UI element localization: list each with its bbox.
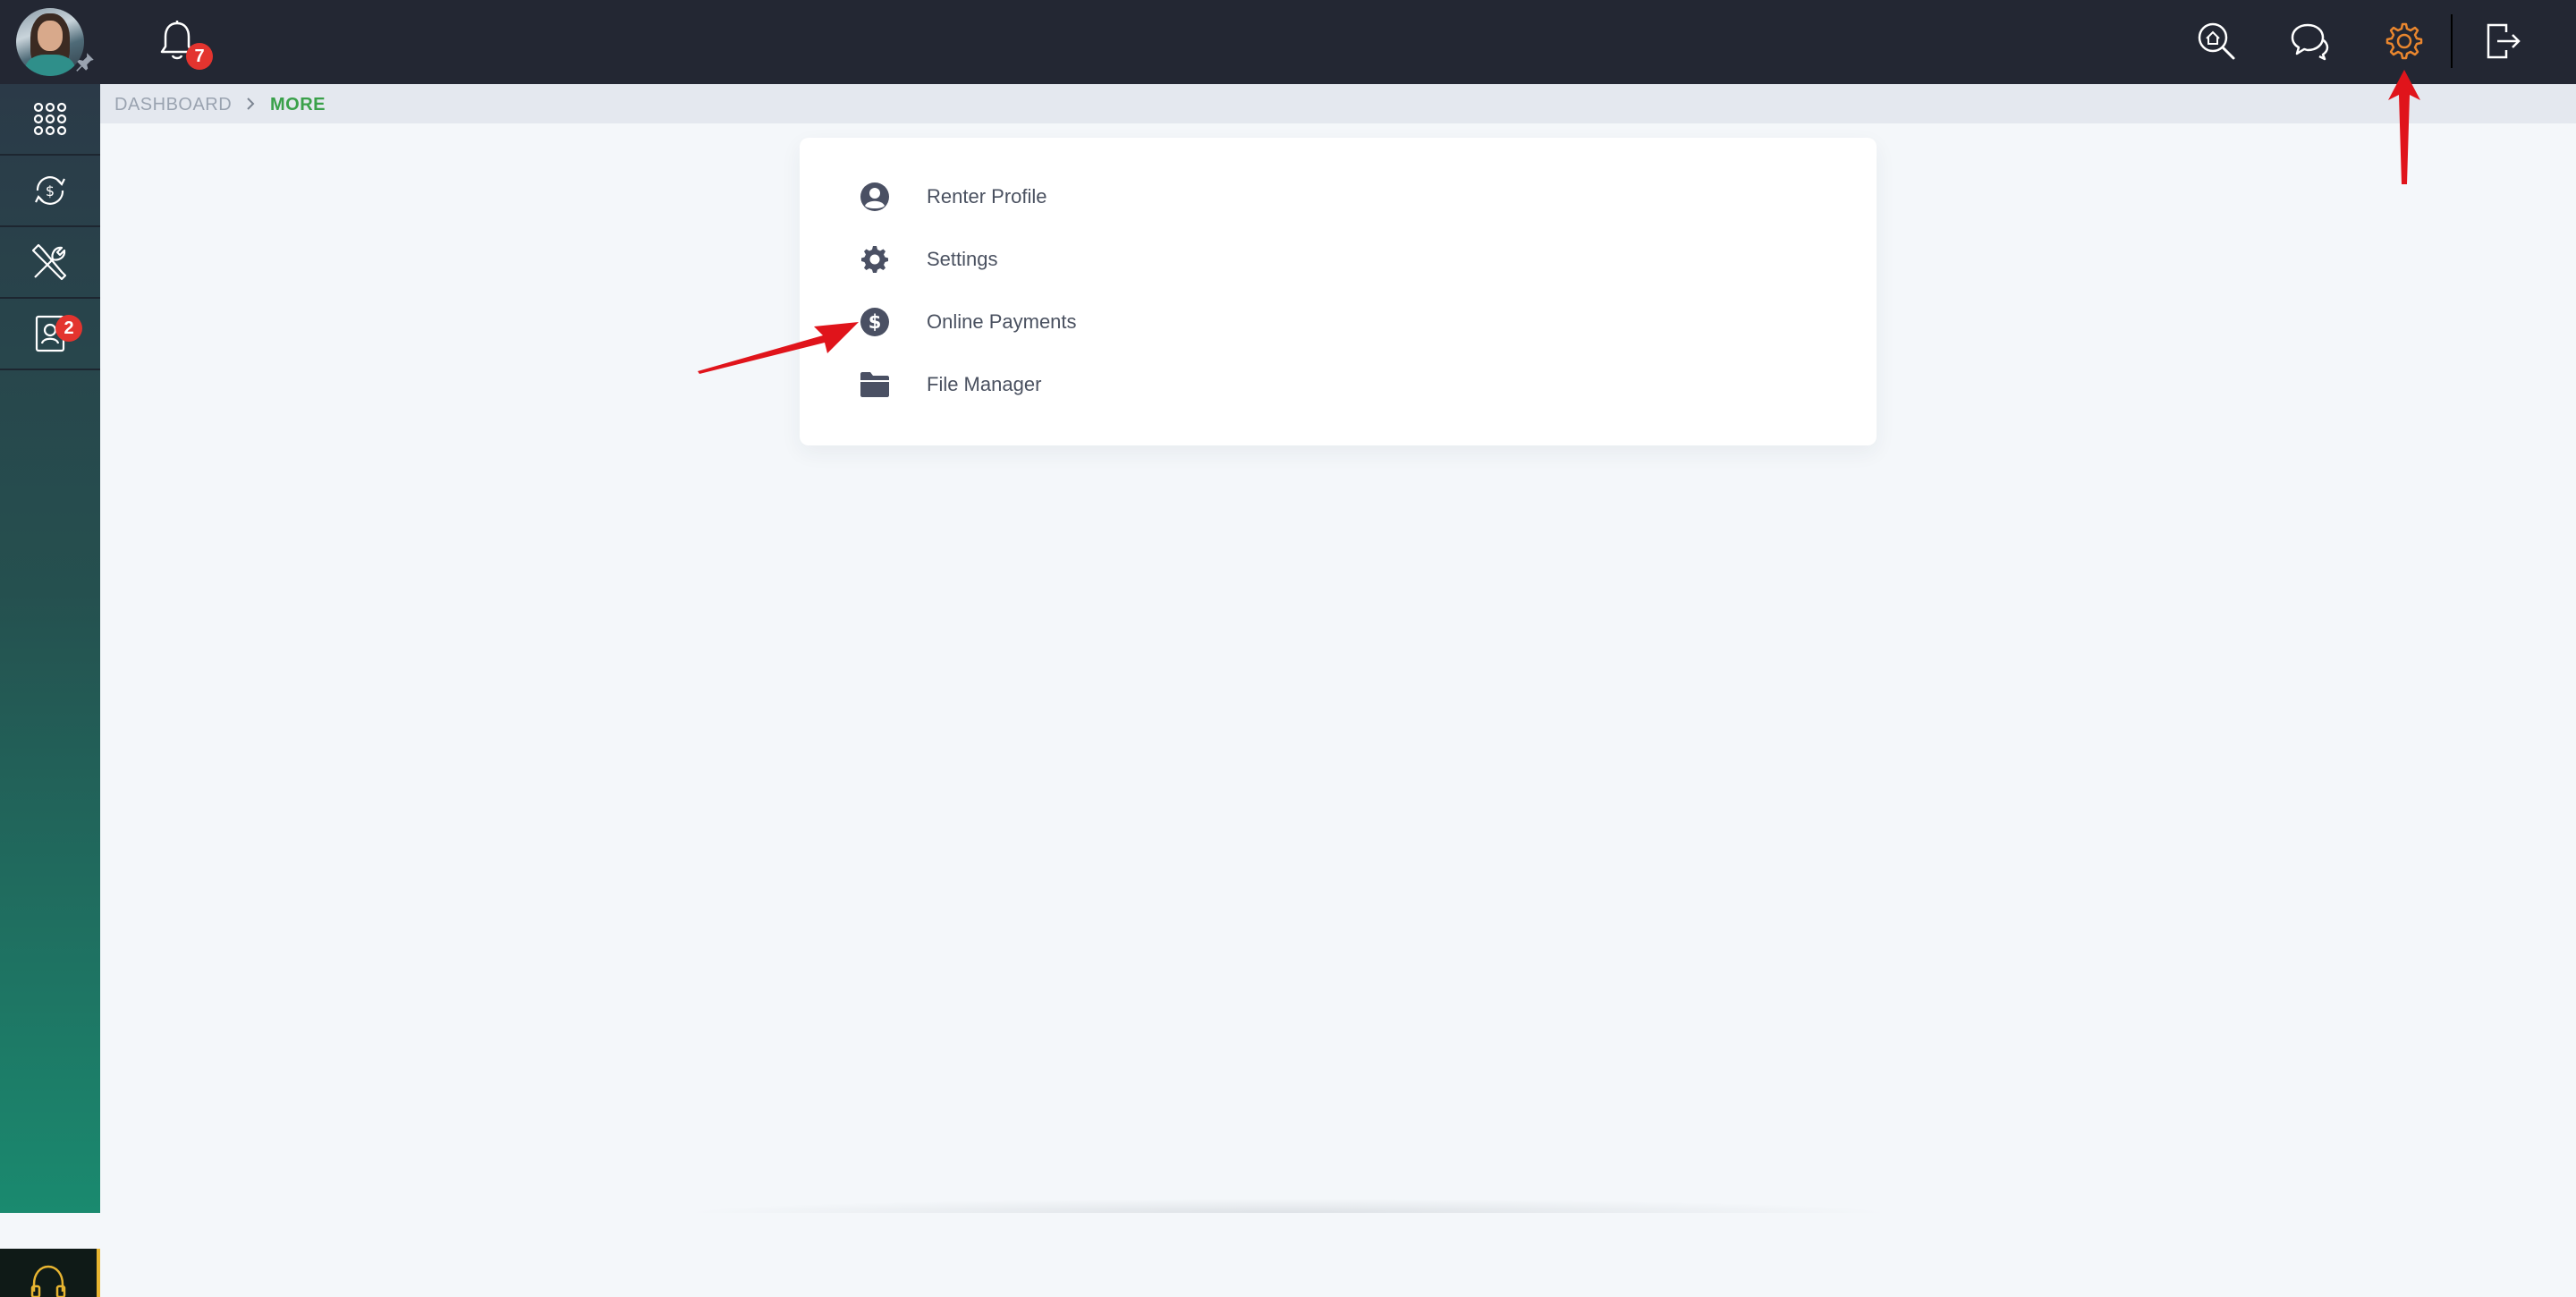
- topbar-divider: [2451, 14, 2453, 68]
- contacts-badge: 2: [55, 315, 82, 342]
- breadcrumb: DASHBOARD MORE: [100, 84, 2576, 123]
- support-button[interactable]: [0, 1249, 100, 1297]
- gear-icon: [859, 243, 891, 276]
- menu-item-label: Settings: [927, 248, 998, 270]
- chevron-right-icon: [247, 97, 255, 110]
- footer-shadow: [680, 1199, 1896, 1213]
- breadcrumb-more: MORE: [270, 95, 326, 114]
- gear-icon[interactable]: [2381, 20, 2424, 63]
- annotation-arrow-icon: [2388, 70, 2420, 184]
- sidebar-item-apps[interactable]: [0, 84, 100, 156]
- menu-item-file-manager[interactable]: File Manager: [859, 362, 1395, 407]
- svg-text:$: $: [46, 182, 55, 199]
- tools-icon: [31, 243, 67, 281]
- svg-text:$: $: [869, 311, 882, 333]
- annotation-arrow-icon: [698, 322, 859, 374]
- menu-item-label: Online Payments: [927, 310, 1077, 333]
- sidebar-item-maintenance[interactable]: [0, 227, 100, 299]
- sidebar: $ 2: [0, 84, 100, 1297]
- menu-item-online-payments[interactable]: $ Online Payments: [859, 300, 1395, 344]
- home-search-icon[interactable]: [2195, 20, 2238, 63]
- menu-item-renter-profile[interactable]: Renter Profile: [859, 174, 1395, 219]
- breadcrumb-dashboard[interactable]: DASHBOARD: [114, 95, 232, 115]
- payments-cycle-icon: $: [35, 176, 65, 205]
- grid-icon: [33, 102, 67, 136]
- sidebar-item-contacts[interactable]: [0, 299, 100, 370]
- menu-item-settings[interactable]: Settings: [859, 237, 1395, 282]
- sidebar-item-payments[interactable]: $: [0, 156, 100, 227]
- pin-icon[interactable]: [73, 50, 97, 73]
- logout-icon[interactable]: [2481, 20, 2524, 63]
- more-menu-card: Renter Profile Settings $ Online Payment…: [800, 138, 1877, 445]
- menu-item-label: Renter Profile: [927, 185, 1047, 208]
- top-bar: 7: [0, 0, 2576, 84]
- chat-icon[interactable]: [2288, 20, 2331, 63]
- user-circle-icon: [859, 181, 891, 213]
- menu-item-label: File Manager: [927, 373, 1042, 395]
- headset-icon: [30, 1265, 66, 1297]
- notification-badge: 7: [186, 43, 213, 70]
